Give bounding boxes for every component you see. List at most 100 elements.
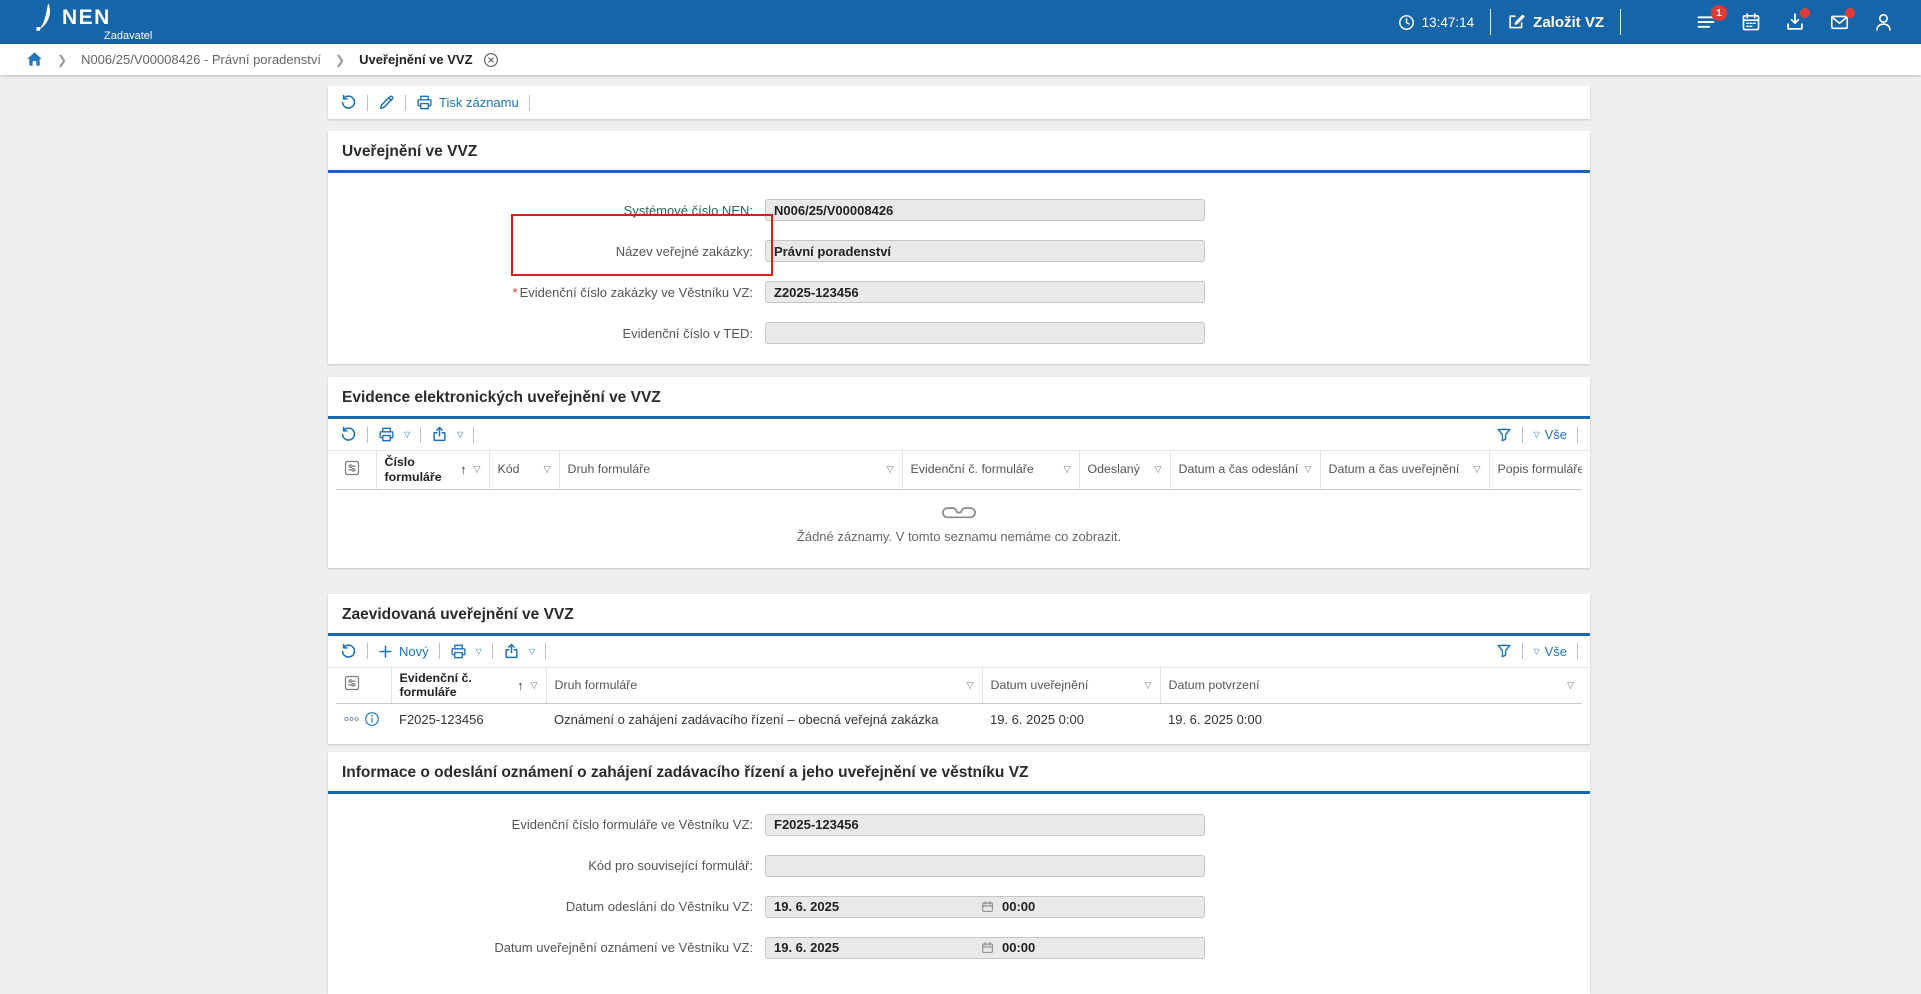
date-sent-input[interactable]: 19. 6. 2025 00:00: [765, 896, 1205, 918]
filter-triangle-icon[interactable]: ▽: [883, 464, 894, 475]
messages-button[interactable]: [1829, 12, 1850, 32]
column-header-popis-formulare[interactable]: Popis formuláře: [1489, 451, 1582, 489]
refresh-button[interactable]: [340, 643, 357, 660]
empty-state-text: Žádné záznamy. V tomto seznamu nemáme co…: [336, 529, 1582, 544]
export-menu-button[interactable]: ▽: [503, 643, 535, 660]
row-menu-icon[interactable]: [344, 714, 359, 724]
column-header-druh-formulare[interactable]: Druh formuláře▽: [559, 451, 902, 489]
column-header-odeslany[interactable]: Odeslaný▽: [1079, 451, 1170, 489]
section-registered: Zaevidovaná uveřejnění ve VVZ Nový: [328, 594, 1590, 744]
filter-triangle-icon[interactable]: ▽: [540, 464, 551, 475]
filter-triangle-icon[interactable]: ▽: [1301, 464, 1312, 475]
profile-button[interactable]: [1874, 12, 1893, 32]
evidence-table: Číslo formuláře↑▽ Kód▽ Druh formuláře▽ E…: [336, 451, 1582, 490]
toolbar-separator: [545, 643, 546, 659]
filter-triangle-icon[interactable]: ▽: [470, 464, 481, 475]
vvz-registry-number-input[interactable]: Z2025-123456: [765, 281, 1205, 303]
ted-number-input[interactable]: [765, 322, 1205, 344]
downloads-button[interactable]: [1785, 12, 1805, 32]
form-row: Evidenční číslo v TED:: [328, 322, 1590, 344]
registered-table: Evidenční č. formuláře↑▽ Druh formuláře▽…: [336, 668, 1582, 734]
column-header-datum-cas-odeslani[interactable]: Datum a čas odeslání▽: [1170, 451, 1320, 489]
close-tab-button[interactable]: [483, 52, 499, 68]
column-settings-button[interactable]: [336, 668, 391, 704]
table-row[interactable]: F2025-123456 Oznámení o zahájení zadávac…: [336, 704, 1582, 734]
filter-triangle-icon[interactable]: ▽: [527, 680, 538, 691]
filter-button[interactable]: [1496, 427, 1512, 443]
calendar-icon[interactable]: [981, 900, 995, 914]
column-header-datum-potvrzeni[interactable]: Datum potvrzení▽: [1160, 668, 1582, 704]
toolbar-separator: [1577, 427, 1578, 443]
column-header-evidencni-c-formulare[interactable]: Evidenční č. formuláře▽: [902, 451, 1079, 489]
time-value: 00:00: [1002, 940, 1035, 955]
export-menu-button[interactable]: ▽: [431, 426, 463, 443]
filter-triangle-icon[interactable]: ▽: [1470, 464, 1481, 475]
edit-square-icon: [1507, 13, 1525, 31]
filter-triangle-icon[interactable]: ▽: [1060, 464, 1071, 475]
new-record-button[interactable]: Nový: [378, 644, 429, 659]
nen-logo-icon: [34, 2, 56, 34]
home-button[interactable]: [26, 51, 43, 68]
filter-triangle-icon[interactable]: ▽: [1151, 464, 1162, 475]
edit-button[interactable]: [378, 94, 395, 111]
column-header-datum-uverejneni[interactable]: Datum uveřejnění▽: [982, 668, 1160, 704]
registered-header-row: Evidenční č. formuláře↑▽ Druh formuláře▽…: [336, 668, 1582, 704]
section-title: Zaevidovaná uveřejnění ve VVZ: [328, 594, 1590, 636]
print-record-button[interactable]: Tisk záznamu: [416, 94, 519, 111]
header-divider: [1620, 9, 1621, 35]
dropdown-triangle-icon: ▽: [1533, 430, 1539, 439]
info-icon[interactable]: [364, 711, 380, 727]
column-header-cislo-formulare[interactable]: Číslo formuláře↑▽: [376, 451, 489, 489]
pencil-icon: [378, 94, 395, 111]
field-label: Evidenční číslo v TED:: [328, 326, 765, 341]
column-header-druh-formulare[interactable]: Druh formuláře▽: [546, 668, 982, 704]
column-settings-icon: [344, 460, 360, 476]
refresh-button[interactable]: [340, 426, 357, 443]
refresh-button[interactable]: [340, 94, 357, 111]
section-publication: Uveřejnění ve VVZ Systémové číslo NEN: N…: [328, 131, 1590, 364]
filter-triangle-icon[interactable]: ▽: [963, 680, 974, 691]
filter-button[interactable]: [1496, 643, 1512, 659]
calendar-button[interactable]: [1741, 12, 1761, 32]
breadcrumb-item-current[interactable]: Uveřejnění ve VVZ: [359, 52, 472, 67]
related-form-code-input[interactable]: [765, 855, 1205, 877]
publication-form: Systémové číslo NEN: N006/25/V00008426 N…: [328, 173, 1590, 364]
downloads-notification-dot: [1800, 8, 1810, 18]
section-title: Uveřejnění ve VVZ: [328, 131, 1590, 173]
create-vz-label: Založit VZ: [1533, 14, 1604, 31]
app-header: NEN Zadavatel 13:47:14 Založit VZ: [0, 0, 1921, 44]
column-header-datum-cas-uverejneni[interactable]: Datum a čas uveřejnění▽: [1320, 451, 1489, 489]
form-row: *Evidenční číslo zakázky ve Věstníku VZ:…: [328, 281, 1590, 303]
export-icon: [431, 426, 448, 443]
column-settings-button[interactable]: [336, 451, 376, 489]
menu-button[interactable]: 1: [1695, 12, 1717, 32]
filter-triangle-icon[interactable]: ▽: [1563, 680, 1574, 691]
date-published-input[interactable]: 19. 6. 2025 00:00: [765, 937, 1205, 959]
toolbar-separator: [420, 427, 421, 443]
contract-name-input[interactable]: Právní poradenství: [765, 240, 1205, 262]
printer-icon: [416, 94, 433, 111]
home-icon: [26, 51, 43, 68]
breadcrumb-item-procurement[interactable]: N006/25/V00008426 - Právní poradenství: [81, 52, 321, 67]
clock-time: 13:47:14: [1422, 15, 1475, 30]
print-menu-button[interactable]: ▽: [378, 426, 410, 443]
filter-all-button[interactable]: ▽ Vše: [1533, 427, 1567, 442]
clock-icon: [1398, 14, 1415, 31]
dropdown-triangle-icon: ▽: [1533, 647, 1539, 656]
system-number-nen-input[interactable]: N006/25/V00008426: [765, 199, 1205, 221]
create-vz-button[interactable]: Založit VZ: [1507, 13, 1604, 31]
close-circle-icon: [483, 52, 499, 68]
filter-all-button[interactable]: ▽ Vše: [1533, 644, 1567, 659]
column-header-evidencni-c-formulare[interactable]: Evidenční č. formuláře↑▽: [391, 668, 546, 704]
calendar-icon[interactable]: [981, 941, 995, 955]
date-value: 19. 6. 2025: [774, 940, 981, 955]
section-title: Evidence elektronických uveřejnění ve VV…: [328, 377, 1590, 419]
print-menu-button[interactable]: ▽: [450, 643, 482, 660]
evidence-toolbar: ▽ ▽: [328, 419, 1590, 451]
section-evidence: Evidence elektronických uveřejnění ve VV…: [328, 377, 1590, 568]
nen-logo[interactable]: NEN Zadavatel: [34, 2, 152, 42]
vvz-form-number-input[interactable]: F2025-123456: [765, 814, 1205, 836]
column-header-kod[interactable]: Kód▽: [489, 451, 559, 489]
filter-triangle-icon[interactable]: ▽: [1141, 680, 1152, 691]
printer-icon: [378, 426, 395, 443]
